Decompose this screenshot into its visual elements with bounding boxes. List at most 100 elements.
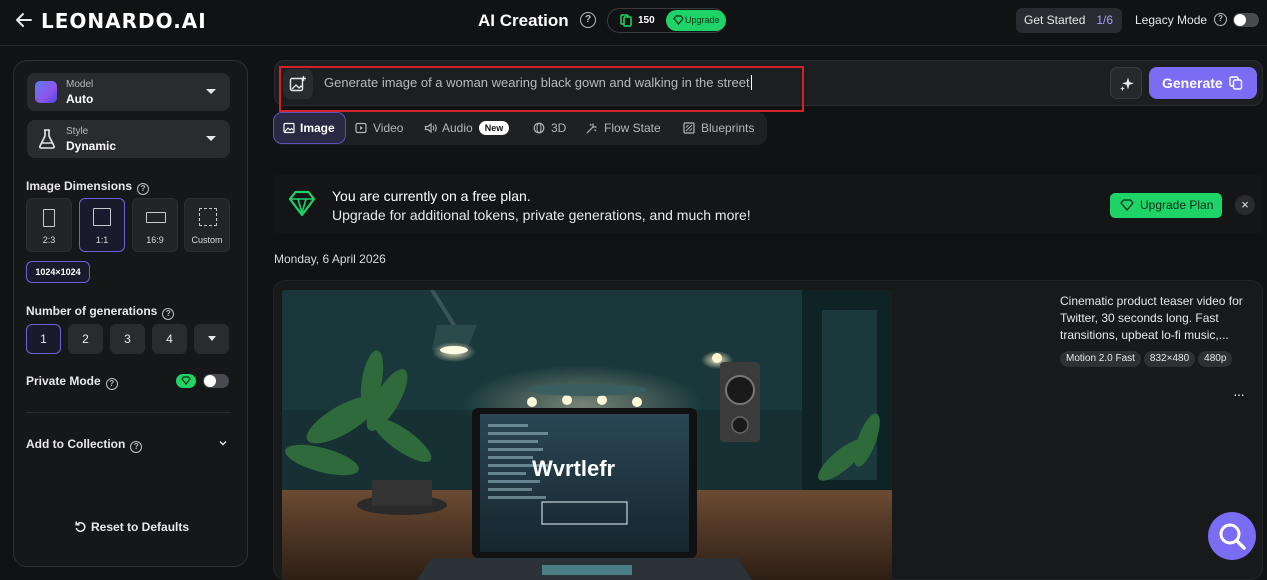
generation-card: Wvrtlefr Cinematic product teaser video … [273, 280, 1263, 580]
laptop-screen-text: Wvrtlefr [532, 456, 616, 481]
generations-more-dropdown[interactable] [194, 324, 229, 354]
help-icon[interactable]: ? [162, 308, 175, 320]
chip-resolution: 480p [1198, 351, 1233, 367]
tab-label: Audio [442, 121, 473, 135]
generation-description: Cinematic product teaser video for Twitt… [1060, 294, 1243, 342]
banner-subtitle: Upgrade for additional tokens, private g… [332, 207, 751, 223]
tab-label: Video [373, 121, 404, 135]
tab-video[interactable]: Video [353, 112, 403, 145]
private-mode-heading: Private Mode? [26, 374, 118, 390]
blueprint-icon [683, 122, 695, 134]
dimension-label: Custom [191, 235, 223, 245]
divider [26, 412, 231, 413]
upgrade-label: Upgrade [685, 15, 720, 25]
help-icon[interactable]: ? [137, 183, 150, 195]
tokens-icon [620, 14, 632, 27]
generation-thumbnail[interactable]: Wvrtlefr [282, 290, 892, 580]
prompt-enhance-button[interactable] [1110, 67, 1142, 99]
private-mode-label: Private Mode [26, 374, 101, 388]
tab-label: Image [300, 121, 335, 135]
tab-image[interactable]: Image [273, 112, 346, 144]
add-to-collection-label: Add to Collection [26, 437, 126, 451]
tokens-icon [1229, 76, 1243, 90]
square-ratio-icon [93, 208, 111, 226]
generations-option-4[interactable]: 4 [152, 324, 187, 354]
style-value: Dynamic [66, 139, 117, 153]
get-started-progress: 1/6 [1096, 13, 1113, 27]
video-icon [355, 122, 367, 134]
reset-to-defaults-button[interactable]: Reset to Defaults [74, 520, 189, 534]
get-started-label: Get Started [1024, 13, 1086, 27]
model-label: Model [66, 79, 94, 90]
num-generations-label: Number of generations [26, 304, 158, 318]
tab-blueprints[interactable]: Blueprints [681, 112, 754, 145]
dimension-16-9[interactable]: 16:9 [132, 198, 178, 252]
flask-icon [39, 129, 55, 149]
legacy-mode-toggle[interactable] [1233, 13, 1259, 27]
reset-icon [75, 521, 86, 532]
get-started-button[interactable]: Get Started 1/6 [1016, 8, 1122, 33]
3d-icon [533, 122, 545, 134]
generate-button[interactable]: Generate [1149, 67, 1257, 99]
generation-type-tabs: Image Video Audio New 3D Flow State Bluep… [273, 112, 767, 145]
search-fab-button[interactable] [1208, 512, 1256, 560]
style-select[interactable]: Style Dynamic [27, 120, 230, 158]
dimension-label: 1:1 [95, 235, 109, 245]
page-title: AI Creation [478, 11, 569, 30]
upgrade-plan-button[interactable]: Upgrade Plan [1110, 193, 1222, 218]
dimension-label: 2:3 [42, 235, 56, 245]
token-balance[interactable]: 150 Upgrade [607, 8, 726, 33]
tab-3d[interactable]: 3D [531, 112, 566, 145]
model-value: Auto [66, 92, 94, 106]
chevron-down-icon[interactable] [218, 438, 228, 448]
custom-ratio-icon [199, 208, 217, 226]
private-mode-toggle[interactable] [203, 374, 229, 388]
tab-audio[interactable]: Audio New [422, 112, 510, 145]
tab-flow-state[interactable]: Flow State [584, 112, 661, 145]
help-icon[interactable]: ? [105, 378, 118, 390]
style-label: Style [66, 126, 89, 137]
close-banner-button[interactable]: × [1235, 195, 1255, 215]
tab-label: Blueprints [701, 121, 755, 135]
flow-state-icon [586, 123, 597, 134]
thumbnail-illustration: Wvrtlefr [282, 290, 892, 580]
landscape-ratio-icon [146, 212, 166, 223]
dimension-2-3[interactable]: 2:3 [26, 198, 72, 252]
help-icon[interactable]: ? [130, 441, 143, 453]
gem-icon [1120, 199, 1134, 211]
legacy-help-icon[interactable]: ? [1214, 13, 1227, 26]
gem-icon [288, 190, 316, 217]
generations-option-3[interactable]: 3 [110, 324, 145, 354]
settings-sidebar: Model Auto Style Dynamic Image Dimension… [13, 60, 248, 567]
upgrade-button[interactable]: Upgrade [666, 10, 726, 31]
dimension-1-1[interactable]: 1:1 [79, 198, 125, 252]
generations-option-1[interactable]: 1 [26, 324, 61, 354]
legacy-mode-label: Legacy Mode [1135, 13, 1208, 27]
tab-label: Flow State [604, 121, 661, 135]
generations-option-2[interactable]: 2 [68, 324, 103, 354]
chip-size: 832×480 [1143, 351, 1196, 367]
top-bar: LEONARDO.AI AI Creation ? 150 Upgrade Ge… [0, 0, 1267, 46]
logo[interactable]: LEONARDO.AI [41, 9, 207, 33]
more-options-icon[interactable]: ··· [1233, 386, 1245, 402]
tab-label: 3D [551, 121, 567, 135]
model-select[interactable]: Model Auto [27, 73, 230, 111]
dimension-custom[interactable]: Custom [184, 198, 230, 252]
upgrade-plan-label: Upgrade Plan [1140, 198, 1214, 212]
banner-title: You are currently on a free plan. [332, 188, 531, 204]
num-generations-heading: Number of generations? [26, 304, 175, 320]
add-to-collection-heading[interactable]: Add to Collection? [26, 437, 143, 453]
token-count: 150 [638, 15, 655, 26]
image-dimensions-heading: Image Dimensions? [26, 179, 150, 195]
dimension-label: 16:9 [146, 235, 164, 245]
image-dimensions-label: Image Dimensions [26, 179, 133, 193]
reset-label: Reset to Defaults [91, 520, 190, 534]
back-arrow-icon[interactable] [14, 10, 34, 30]
speaker-icon [424, 122, 437, 134]
model-swatch-icon [35, 81, 57, 103]
size-badge[interactable]: 1024×1024 [26, 261, 90, 283]
highlight-box [279, 66, 804, 112]
chevron-down-icon [206, 89, 216, 94]
help-icon[interactable]: ? [580, 12, 596, 28]
chip-model: Motion 2.0 Fast [1060, 351, 1141, 367]
